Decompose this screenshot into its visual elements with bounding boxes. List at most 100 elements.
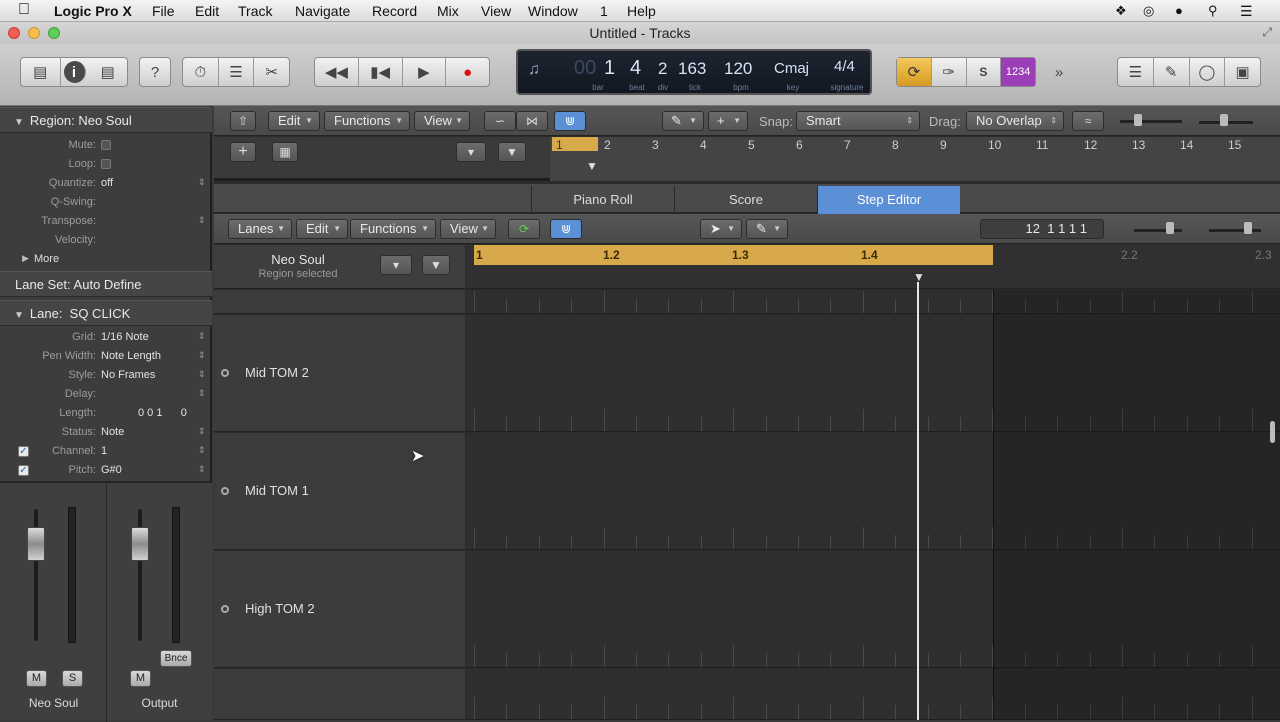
mute-button[interactable]: M: [130, 670, 151, 687]
menu-mix[interactable]: Mix: [437, 3, 459, 19]
volume-fader[interactable]: [131, 527, 149, 561]
menu-track[interactable]: Track: [238, 3, 272, 19]
param-channel[interactable]: ✓ Channel: 1 ⇕: [0, 442, 212, 461]
slider-knob[interactable]: [1244, 222, 1252, 234]
grid-value[interactable]: 1/16 Note: [101, 331, 149, 343]
left-click-tool[interactable]: ✎ ▼: [662, 111, 704, 131]
slider-knob[interactable]: [1134, 114, 1142, 126]
param-delay[interactable]: Delay: ⇕: [0, 385, 212, 404]
status-value[interactable]: Note: [101, 426, 124, 438]
pencil-tool[interactable]: ✎ ▼: [746, 219, 788, 239]
automation-icon[interactable]: ∽: [484, 111, 516, 131]
param-pen-width[interactable]: Pen Width: Note Length ⇕: [0, 347, 212, 366]
fullscreen-icon[interactable]: ⤢: [1262, 25, 1272, 40]
lane-indicator-icon[interactable]: [221, 605, 229, 613]
param-pitch[interactable]: ✓ Pitch: G#0 ⇕: [0, 461, 212, 480]
record-icon[interactable]: ●: [446, 58, 489, 86]
to-start-icon[interactable]: ▮◀: [359, 58, 403, 86]
solo-button[interactable]: S: [967, 58, 1002, 86]
lane-mid-tom-1[interactable]: Mid TOM 1: [214, 433, 465, 550]
more-chevron-icon[interactable]: »: [1048, 57, 1070, 87]
help-icon[interactable]: ?: [139, 57, 171, 87]
command-click-tool[interactable]: + ▼: [708, 111, 748, 131]
waveform-zoom-icon[interactable]: ≈: [1072, 111, 1104, 131]
tab-piano-roll[interactable]: Piano Roll: [531, 186, 674, 214]
menu-record[interactable]: Record: [372, 3, 417, 19]
lcd-signature[interactable]: 4/4: [834, 58, 855, 75]
lane-mid-tom-2[interactable]: Mid TOM 2: [214, 315, 465, 432]
param-velocity[interactable]: Velocity:: [0, 231, 212, 250]
menu-window[interactable]: Window: [528, 3, 578, 19]
pitch-value[interactable]: G#0: [101, 464, 122, 476]
rewind-icon[interactable]: ◀◀: [315, 58, 359, 86]
play-icon[interactable]: ▶: [403, 58, 447, 86]
dropbox-icon[interactable]: ❖: [1115, 3, 1127, 19]
step-horizontal-zoom[interactable]: [1209, 229, 1261, 232]
apple-icon[interactable]: : [18, 1, 30, 19]
step-edit-menu[interactable]: Edit ▼: [296, 219, 348, 239]
toolbar-icon[interactable]: ▤: [89, 58, 128, 86]
param-style[interactable]: Style: No Frames ⇕: [0, 366, 212, 385]
volume-fader[interactable]: [27, 527, 45, 561]
slider-knob[interactable]: [1166, 222, 1174, 234]
param-grid[interactable]: Grid: 1/16 Note ⇕: [0, 328, 212, 347]
channel-checkbox[interactable]: ✓: [18, 446, 29, 457]
menu-file[interactable]: File: [152, 3, 175, 19]
midi-in-icon[interactable]: ⟳: [508, 219, 540, 239]
step-functions-menu[interactable]: Functions ▼: [350, 219, 436, 239]
param-loop[interactable]: Loop:: [0, 155, 212, 174]
step-view-menu[interactable]: View ▼: [440, 219, 496, 239]
param-transpose[interactable]: Transpose: ⇕: [0, 212, 212, 231]
param-quantize[interactable]: Quantize: off ⇕: [0, 174, 212, 193]
lcd-display[interactable]: ♫ 00 1 bar 4 beat 2 div 163 tick 120 bpm…: [516, 49, 872, 95]
wifi-icon[interactable]: ◎: [1143, 3, 1154, 19]
disclosure-triangle-icon[interactable]: ▶: [22, 253, 29, 264]
lane-set-header[interactable]: Lane Set: Auto Define: [0, 271, 212, 297]
tracks-edit-menu[interactable]: Edit ▼: [268, 111, 320, 131]
channel-value[interactable]: 1: [101, 445, 107, 457]
filter-icon[interactable]: ▾: [456, 142, 486, 162]
quantize-value[interactable]: off: [101, 177, 113, 189]
playhead[interactable]: [917, 282, 919, 720]
up-arrow-icon[interactable]: ⇧: [230, 111, 256, 131]
mute-button[interactable]: M: [26, 670, 47, 687]
vertical-zoom-slider[interactable]: [1120, 120, 1182, 123]
user-icon[interactable]: ●: [1175, 3, 1183, 18]
notepad-icon[interactable]: ✎: [1154, 58, 1190, 86]
menu-1[interactable]: 1: [600, 3, 608, 19]
add-track-button[interactable]: +: [230, 142, 256, 162]
position-display[interactable]: 12 1 1 1 1: [980, 219, 1104, 239]
tab-step-editor[interactable]: Step Editor: [817, 186, 960, 214]
replace-icon[interactable]: ✑: [932, 58, 967, 86]
list-editors-icon[interactable]: ☰: [1118, 58, 1154, 86]
param-mute[interactable]: Mute:: [0, 136, 212, 155]
collapse-icon[interactable]: ▼: [498, 142, 526, 162]
menu-app-name[interactable]: Logic Pro X: [54, 3, 132, 19]
menu-navigate[interactable]: Navigate: [295, 3, 350, 19]
step-ruler[interactable]: 1 1.2 1.3 1.4 2.2 2.3 ▼: [466, 245, 1280, 289]
tracks-view-menu[interactable]: View ▼: [414, 111, 470, 131]
pointer-tool[interactable]: ➤ ▼: [700, 219, 742, 239]
count-in-button[interactable]: 1234: [1001, 58, 1035, 86]
metronome-icon[interactable]: ♫: [528, 61, 540, 79]
pen-width-value[interactable]: Note Length: [101, 350, 161, 362]
pitch-checkbox[interactable]: ✓: [18, 465, 29, 476]
browsers-icon[interactable]: ▣: [1225, 58, 1260, 86]
playhead-marker-icon[interactable]: ▼: [586, 159, 598, 173]
lane-indicator-icon[interactable]: [221, 369, 229, 377]
disclosure-triangle-icon[interactable]: ▼: [14, 303, 24, 329]
filter-icon[interactable]: ▾: [380, 255, 412, 275]
param-status[interactable]: Status: Note ⇕: [0, 423, 212, 442]
length-value[interactable]: 0 0 1 0: [138, 407, 187, 419]
menu-view[interactable]: View: [481, 3, 511, 19]
step-vertical-zoom[interactable]: [1134, 229, 1182, 232]
tracks-functions-menu[interactable]: Functions ▼: [324, 111, 410, 131]
lane-high-tom-2[interactable]: High TOM 2: [214, 551, 465, 668]
drag-popup[interactable]: No Overlap ⇕: [966, 111, 1064, 131]
folder-icon[interactable]: ▦: [272, 142, 298, 162]
menu-help[interactable]: Help: [627, 3, 656, 19]
mixer-icon[interactable]: ☰: [219, 58, 255, 86]
slider-knob[interactable]: [1220, 114, 1228, 126]
loop-browser-icon[interactable]: ◯: [1190, 58, 1226, 86]
lcd-tempo[interactable]: 120: [724, 59, 752, 79]
